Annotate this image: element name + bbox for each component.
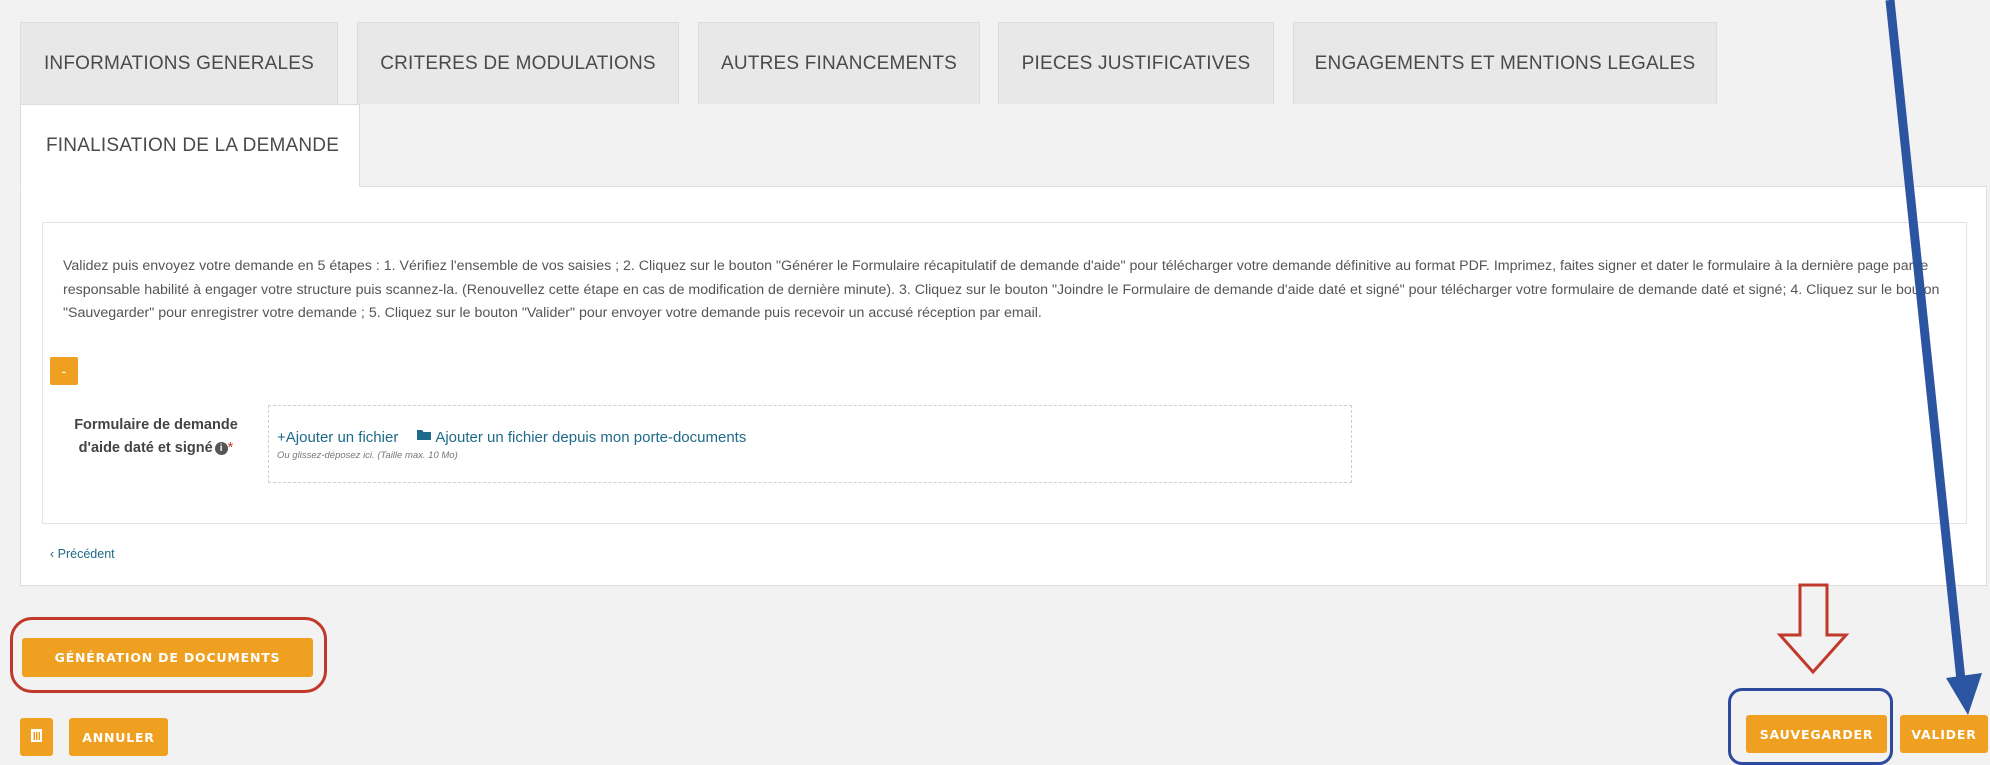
tab-label: FINALISATION DE LA DEMANDE [46, 134, 340, 156]
save-button[interactable]: SAUVEGARDER [1746, 715, 1887, 753]
field-label-line1: Formulaire de demande [74, 417, 238, 433]
delete-button[interactable] [20, 718, 53, 756]
info-icon[interactable]: i [214, 441, 228, 455]
tab-label: INFORMATIONS GENERALES [43, 52, 315, 74]
trash-icon [30, 728, 43, 747]
tab-engagements-mentions-legales[interactable]: ENGAGEMENTS ET MENTIONS LEGALES [1293, 22, 1717, 104]
tab-label: ENGAGEMENTS ET MENTIONS LEGALES [1314, 52, 1696, 74]
tab-label: PIECES JUSTIFICATIVES [1021, 52, 1251, 74]
validate-button[interactable]: VALIDER [1900, 715, 1988, 753]
instructions-text: Validez puis envoyez votre demande en 5 … [63, 258, 1940, 321]
add-from-portfolio-link[interactable]: Ajouter un fichier depuis mon porte-docu… [435, 429, 746, 446]
tab-criteres-de-modulations[interactable]: CRITERES DE MODULATIONS [357, 22, 679, 104]
previous-label: Précédent [57, 547, 115, 561]
previous-link[interactable]: ‹ Précédent [50, 547, 115, 561]
tab-autres-financements[interactable]: AUTRES FINANCEMENTS [698, 22, 980, 104]
dropzone-hint: Ou glissez-déposez ici. (Taille max. 10 … [277, 450, 458, 461]
tab-informations-generales[interactable]: INFORMATIONS GENERALES [20, 22, 338, 104]
collapse-toggle-button[interactable]: - [50, 357, 78, 385]
signed-form-label: Formulaire de demande d'aide daté et sig… [56, 414, 256, 460]
cancel-button[interactable]: ANNULER [69, 718, 168, 756]
folder-icon [416, 428, 432, 446]
required-mark: * [227, 440, 234, 456]
annotation-blue-arrow-head [1946, 673, 1982, 715]
annotation-red-arrow [1776, 583, 1850, 675]
tab-finalisation-de-la-demande[interactable]: FINALISATION DE LA DEMANDE [20, 104, 360, 187]
generate-documents-button[interactable]: GÉNÉRATION DE DOCUMENTS [22, 638, 313, 677]
chevron-left-icon: ‹ [50, 547, 55, 561]
tab-label: CRITERES DE MODULATIONS [380, 52, 656, 74]
field-label-line2: d'aide daté et signé [78, 440, 213, 456]
add-file-link[interactable]: +Ajouter un fichier [277, 429, 398, 446]
tab-pieces-justificatives[interactable]: PIECES JUSTIFICATIVES [998, 22, 1274, 104]
file-dropzone[interactable]: +Ajouter un fichier Ajouter un fichier d… [268, 405, 1352, 483]
tab-label: AUTRES FINANCEMENTS [720, 52, 958, 74]
